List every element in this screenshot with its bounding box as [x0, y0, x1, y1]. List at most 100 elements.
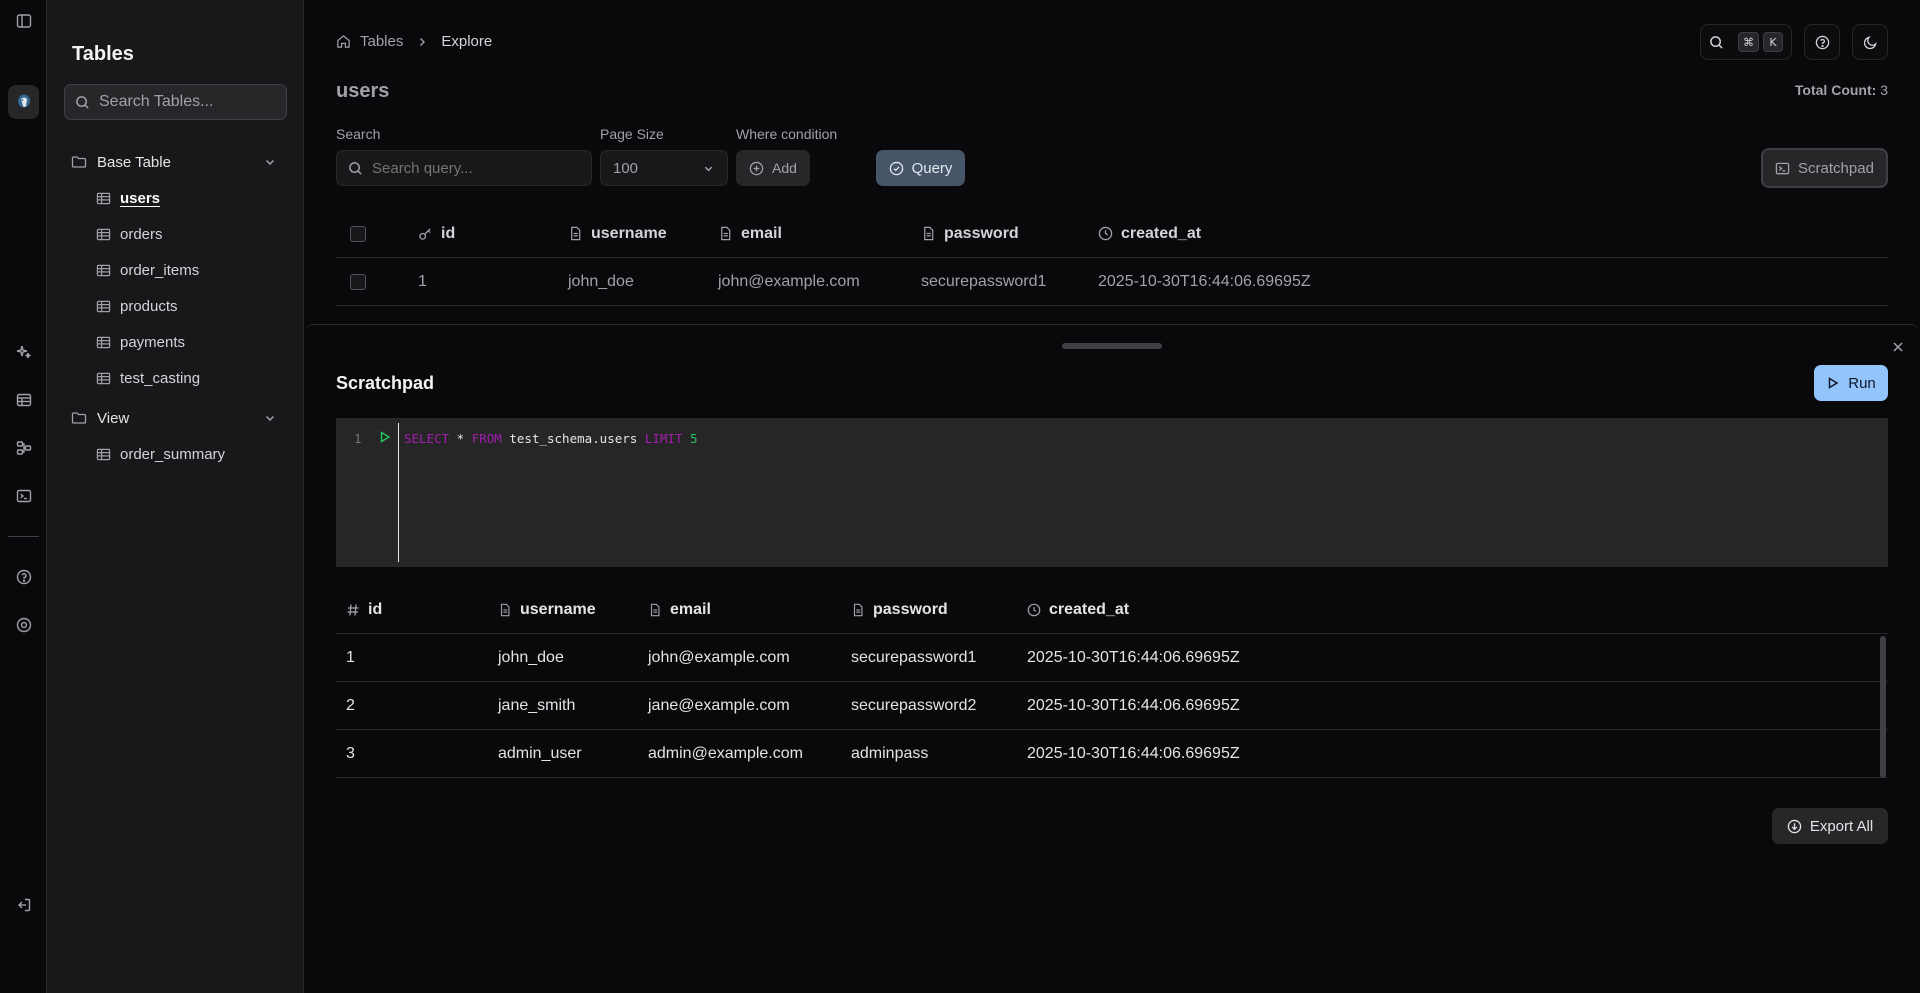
table-icon	[96, 192, 111, 204]
toggle-sidebar-icon[interactable]	[0, 4, 47, 38]
scratchpad-label: Scratchpad	[1798, 159, 1874, 177]
key-icon	[419, 228, 431, 240]
select-all-checkbox[interactable]	[350, 225, 366, 242]
close-icon	[1893, 342, 1903, 352]
group-label: Base Table	[97, 153, 171, 171]
column-id[interactable]: id	[418, 225, 455, 243]
breadcrumb-tables[interactable]: Tables	[360, 33, 403, 50]
add-condition-button[interactable]: Add	[736, 150, 810, 186]
drag-handle[interactable]	[1062, 343, 1162, 349]
query-label: Query	[911, 159, 953, 177]
cell-created-at: 2025-10-30T16:44:06.69695Z	[1027, 649, 1240, 666]
sidebar-item-label: users	[120, 189, 161, 207]
result-column-created-at[interactable]: created_at	[1027, 586, 1129, 634]
result-column-username[interactable]: username	[498, 586, 596, 634]
text-file-icon	[924, 226, 934, 241]
close-panel-button[interactable]	[1888, 337, 1908, 357]
theme-toggle-button[interactable]	[1852, 24, 1888, 60]
sidebar-item-test-casting[interactable]: test_casting	[96, 363, 286, 393]
run-line-icon[interactable]	[378, 430, 392, 444]
table-icon	[96, 372, 111, 384]
column-username[interactable]: username	[568, 225, 667, 243]
home-icon[interactable]	[336, 34, 351, 49]
cell-password: securepassword1	[851, 649, 977, 666]
sidebar-item-orders[interactable]: orders	[96, 219, 286, 249]
table-row[interactable]: 2 jane_smith jane@example.com securepass…	[336, 682, 1888, 730]
cell-id: 3	[346, 745, 355, 762]
table-row[interactable]: 1 john_doe john@example.com securepasswo…	[336, 258, 1888, 306]
sql-editor[interactable]: 1 SELECT * FROM test_schema.users LIMIT …	[336, 418, 1888, 567]
sql-keyword: FROM	[471, 431, 502, 446]
table-icon	[96, 300, 111, 312]
search-query-field[interactable]	[336, 150, 592, 186]
scratchpad-button[interactable]: Scratchpad	[1761, 148, 1888, 188]
column-email[interactable]: email	[718, 225, 782, 243]
column-password[interactable]: password	[921, 225, 1019, 243]
table-icon	[96, 336, 111, 348]
logout-icon[interactable]	[0, 888, 47, 922]
export-all-button[interactable]: Export All	[1772, 808, 1888, 844]
download-circle-icon	[1787, 819, 1802, 833]
icon-rail	[0, 0, 47, 993]
table-row[interactable]: 3 admin_user admin@example.com adminpass…	[336, 730, 1888, 778]
result-column-password[interactable]: password	[851, 586, 948, 634]
table-icon[interactable]	[0, 383, 47, 417]
group-label: View	[97, 409, 130, 427]
group-base-table[interactable]: Base Table	[71, 147, 287, 177]
sql-code-line[interactable]: SELECT * FROM test_schema.users LIMIT 5	[404, 431, 698, 446]
result-column-email[interactable]: email	[648, 586, 711, 634]
run-button[interactable]: Run	[1814, 365, 1888, 401]
sidebar-item-products[interactable]: products	[96, 291, 286, 321]
folder-icon	[71, 412, 87, 424]
cell-password: securepassword2	[851, 697, 977, 714]
search-query-input[interactable]	[372, 159, 572, 177]
terminal-icon[interactable]	[0, 479, 47, 513]
sidebar-item-label: products	[120, 297, 178, 315]
help-button[interactable]	[1804, 24, 1840, 60]
table-row[interactable]: 1 john_doe john@example.com securepasswo…	[336, 634, 1888, 682]
cell-id: 1	[346, 649, 355, 666]
result-column-id[interactable]: id	[346, 586, 382, 634]
sidebar-item-order-items[interactable]: order_items	[96, 255, 286, 285]
shortcut-k-key: K	[1763, 32, 1783, 52]
row-checkbox[interactable]	[350, 273, 366, 290]
plus-circle-icon	[749, 161, 764, 175]
sidebar-item-payments[interactable]: payments	[96, 327, 286, 357]
column-label: created_at	[1049, 601, 1130, 618]
group-view[interactable]: View	[71, 403, 287, 433]
search-label: Search	[336, 126, 381, 142]
text-file-icon	[721, 226, 731, 241]
moon-icon	[1863, 35, 1877, 49]
total-count-label: Total Count:	[1794, 82, 1877, 98]
cell-created-at: 2025-10-30T16:44:06.69695Z	[1027, 697, 1240, 714]
column-label: created_at	[1121, 224, 1202, 242]
cell-email: john@example.com	[648, 649, 790, 666]
help-icon[interactable]	[0, 560, 47, 594]
column-label: id	[441, 224, 456, 242]
sidebar-item-label: order_items	[120, 261, 200, 279]
cell-id: 1	[418, 272, 427, 290]
query-button[interactable]: Query	[876, 150, 965, 186]
sql-keyword: SELECT	[404, 431, 450, 446]
column-created-at[interactable]: created_at	[1098, 225, 1201, 243]
postgres-database-icon[interactable]	[8, 85, 39, 119]
column-label: email	[670, 601, 711, 618]
sql-number: 5	[690, 431, 698, 446]
cell-email: john@example.com	[718, 272, 860, 290]
sidebar-item-users[interactable]: users	[96, 183, 286, 213]
sidebar-item-order-summary[interactable]: order_summary	[96, 439, 286, 469]
cell-username: admin_user	[498, 745, 582, 762]
table-header-row: id username email password created_at	[336, 210, 1888, 258]
ai-sparkle-icon[interactable]	[0, 335, 47, 369]
result-scrollbar[interactable]	[1880, 636, 1886, 778]
settings-icon[interactable]	[0, 608, 47, 642]
schema-diagram-icon[interactable]	[0, 431, 47, 465]
search-tables-input[interactable]	[99, 93, 279, 111]
command-search-button[interactable]: ⌘ K	[1700, 24, 1792, 60]
editor-cursor	[398, 423, 399, 562]
total-count: Total Count: 3	[1795, 82, 1888, 98]
sidebar-search[interactable]	[64, 84, 287, 120]
page-size-select[interactable]: 100	[600, 150, 728, 186]
sidebar-item-label: orders	[120, 225, 163, 243]
page-size-value: 100	[613, 159, 639, 177]
